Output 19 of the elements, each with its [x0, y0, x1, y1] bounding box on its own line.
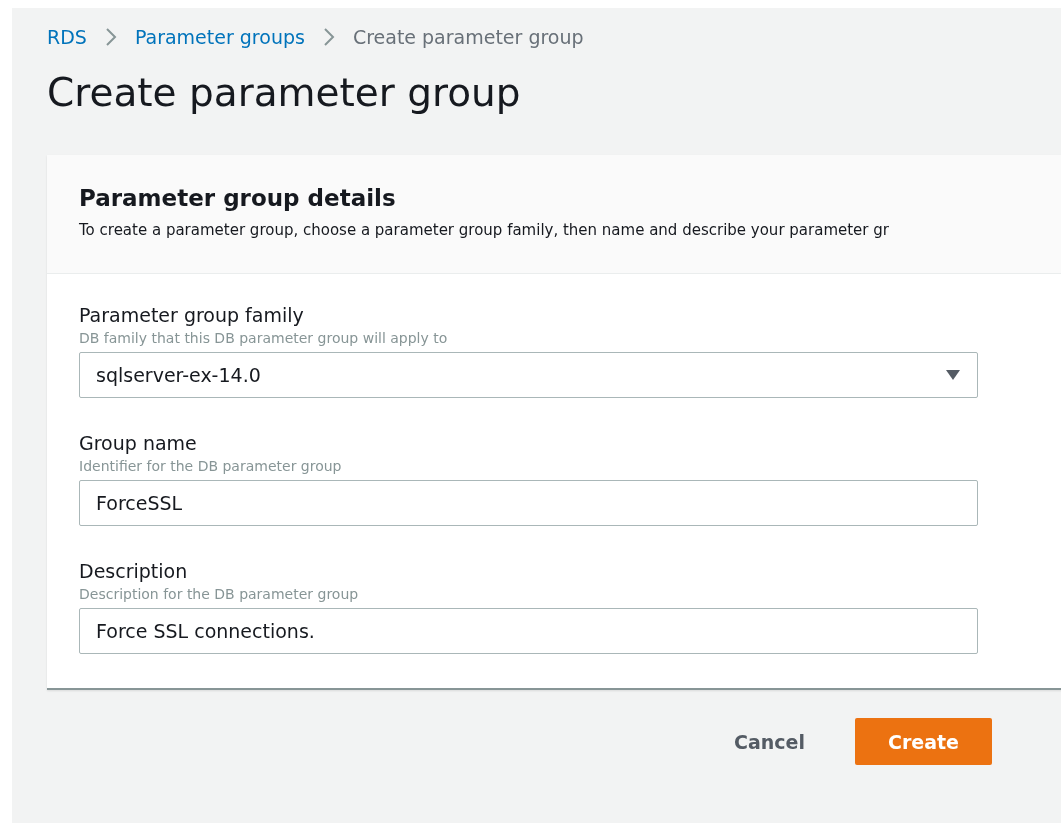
field-label: Parameter group family: [79, 304, 305, 326]
breadcrumb-current: Create parameter group: [352, 26, 584, 48]
family-dropdown[interactable]: sqlserver-ex-14.0: [79, 352, 978, 398]
breadcrumb-link[interactable]: RDS: [47, 26, 87, 48]
panel-title: Parameter group details: [79, 185, 397, 211]
chevron-right-icon: [322, 27, 335, 47]
field-hint: DB family that this DB parameter group will apply to: [79, 330, 449, 346]
cancel-button[interactable]: Cancel: [714, 720, 825, 763]
panel-description: To create a parameter group, choose a parameter group family, then name and describe your parameter gr: [79, 221, 890, 239]
field-label: Description: [79, 560, 189, 582]
caret-down-icon: [945, 369, 961, 381]
input-field[interactable]: Force SSL connections.: [79, 608, 978, 654]
page-title: Create parameter group: [47, 70, 522, 117]
field-hint: Description for the DB parameter group: [79, 586, 360, 602]
field-label: Group name: [79, 432, 198, 454]
chevron-right-icon: [104, 27, 117, 47]
input-field[interactable]: ForceSSL: [79, 480, 978, 526]
breadcrumb-link[interactable]: Parameter groups: [134, 26, 305, 48]
field-hint: Identifier for the DB parameter group: [79, 458, 343, 474]
